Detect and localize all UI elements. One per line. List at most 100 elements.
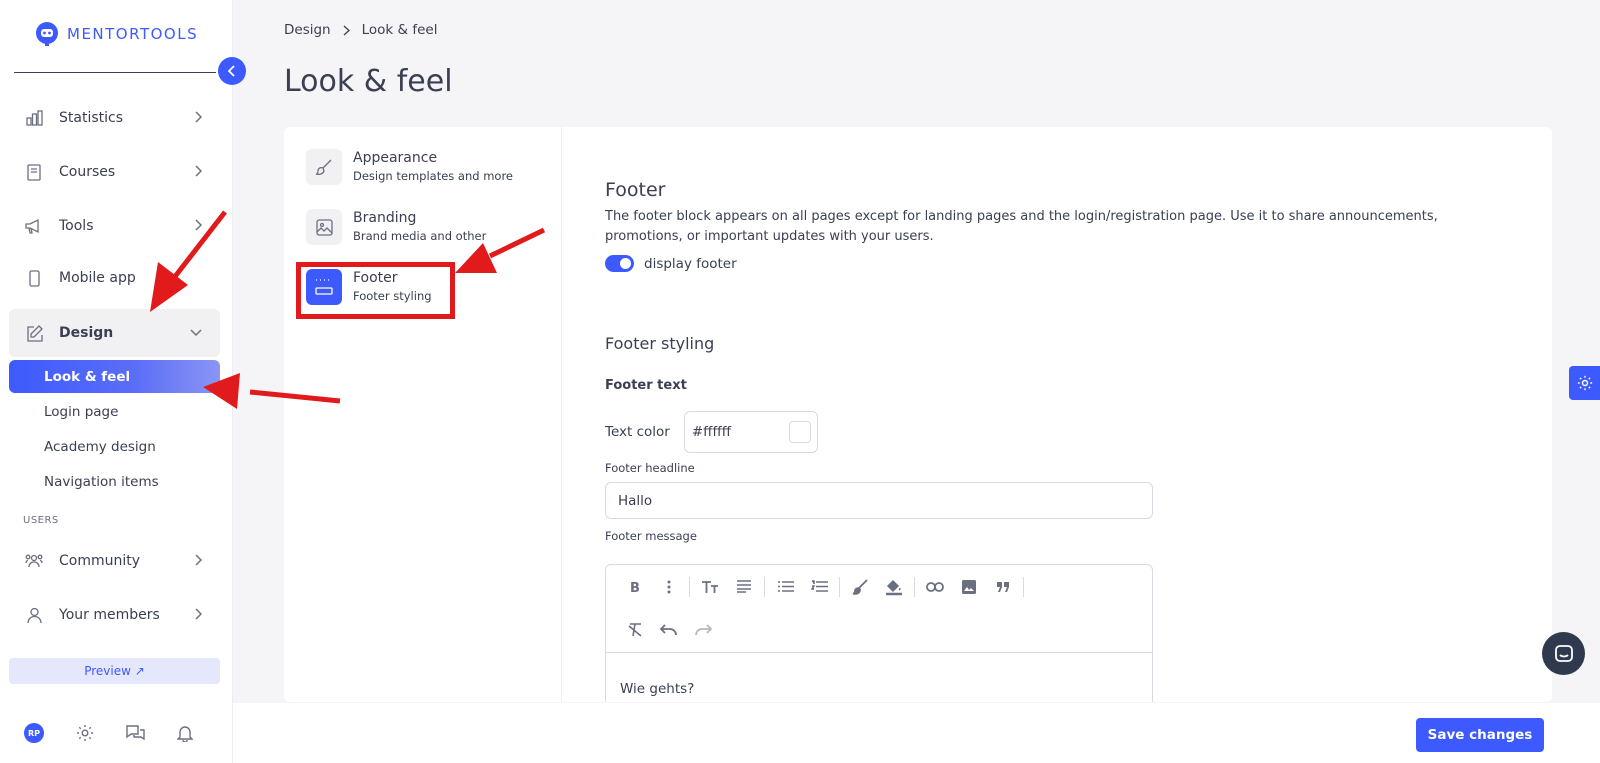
fill-color-icon[interactable] bbox=[877, 572, 911, 602]
toolbar-divider bbox=[839, 576, 840, 597]
sidebar-item-label: Your members bbox=[59, 607, 160, 623]
text-color-brush-icon[interactable] bbox=[843, 572, 877, 602]
sidebar: MENTORTOOLS Statistics Courses Tools Mob… bbox=[0, 0, 233, 763]
user-icon bbox=[25, 606, 43, 624]
sidebar-item-label: Tools bbox=[59, 218, 94, 234]
section-title: Footer bbox=[605, 179, 666, 201]
gear-icon bbox=[1577, 375, 1592, 391]
numbered-list-icon[interactable] bbox=[802, 572, 836, 602]
settings-tab[interactable] bbox=[1569, 366, 1600, 400]
image-insert-icon[interactable] bbox=[952, 572, 986, 602]
divider bbox=[14, 72, 216, 73]
sidebar-item-label: Statistics bbox=[59, 110, 123, 126]
gear-icon[interactable] bbox=[76, 724, 94, 742]
sidebar-item-design[interactable]: Design bbox=[9, 309, 220, 357]
display-footer-toggle[interactable] bbox=[605, 255, 634, 272]
sidebar-subitem-login-page[interactable]: Login page bbox=[9, 395, 220, 428]
text-size-icon[interactable] bbox=[693, 572, 727, 602]
display-footer-row: display footer bbox=[605, 255, 737, 272]
footer-message-editor: B Wie gehts? bbox=[605, 564, 1153, 702]
avatar[interactable]: RP bbox=[24, 723, 44, 743]
collapse-sidebar-button[interactable] bbox=[218, 57, 246, 85]
link-icon[interactable] bbox=[918, 572, 952, 602]
look-and-feel-submenu: Appearance Design templates and more Bra… bbox=[284, 127, 562, 702]
sidebar-item-label: Courses bbox=[59, 164, 116, 180]
sidebar-item-courses[interactable]: Courses bbox=[9, 148, 220, 196]
robot-logo-icon bbox=[36, 22, 58, 46]
sidebar-subitem-look-and-feel[interactable]: Look & feel bbox=[9, 360, 220, 393]
sidebar-item-statistics[interactable]: Statistics bbox=[9, 94, 220, 142]
chevron-right-icon bbox=[195, 165, 202, 177]
submenu-item-subtitle: Brand media and other bbox=[353, 229, 487, 243]
footer-headline-input[interactable]: Hallo bbox=[605, 482, 1153, 519]
chevron-right-icon bbox=[195, 111, 202, 123]
chevron-down-icon bbox=[190, 329, 202, 336]
submenu-item-appearance[interactable]: Appearance Design templates and more bbox=[306, 149, 513, 185]
bar-chart-icon bbox=[25, 109, 43, 127]
footer-message-label: Footer message bbox=[605, 529, 697, 543]
save-changes-button[interactable]: Save changes bbox=[1416, 718, 1544, 752]
sidebar-item-tools[interactable]: Tools bbox=[9, 202, 220, 250]
sidebar-item-your-members[interactable]: Your members bbox=[9, 591, 220, 639]
sidebar-subitem-academy-design[interactable]: Academy design bbox=[9, 430, 220, 463]
settings-card: Appearance Design templates and more Bra… bbox=[284, 127, 1552, 702]
chevron-right-icon bbox=[195, 219, 202, 231]
sidebar-item-label: Community bbox=[59, 553, 141, 569]
subsection-title: Footer styling bbox=[605, 334, 715, 353]
editor-toolbar: B bbox=[606, 565, 1152, 608]
preview-button[interactable]: Preview ↗ bbox=[9, 658, 220, 684]
text-color-label: Text color bbox=[605, 424, 670, 440]
text-color-value: #ffffff bbox=[691, 424, 732, 440]
more-vertical-icon[interactable] bbox=[652, 572, 686, 602]
sidebar-item-community[interactable]: Community bbox=[9, 537, 220, 585]
clear-format-icon[interactable] bbox=[618, 615, 652, 645]
chevron-right-icon bbox=[195, 554, 202, 566]
book-icon bbox=[25, 163, 43, 181]
breadcrumb-parent[interactable]: Design bbox=[284, 22, 331, 38]
bell-icon[interactable] bbox=[177, 724, 193, 742]
quote-icon[interactable] bbox=[986, 572, 1020, 602]
chevron-left-icon bbox=[228, 65, 235, 77]
submenu-item-branding[interactable]: Branding Brand media and other bbox=[306, 209, 486, 245]
submenu-item-title: Appearance bbox=[353, 150, 438, 166]
image-icon bbox=[306, 209, 342, 245]
footer-message-input[interactable]: Wie gehts? bbox=[606, 653, 1152, 702]
highlight-box bbox=[296, 262, 455, 319]
bold-icon[interactable]: B bbox=[618, 572, 652, 602]
community-icon bbox=[25, 552, 43, 570]
text-color-row: Text color #ffffff bbox=[605, 411, 818, 453]
sidebar-item-mobile-app[interactable]: Mobile app bbox=[9, 254, 220, 302]
chat-icon[interactable] bbox=[126, 724, 145, 742]
submenu-item-subtitle: Design templates and more bbox=[353, 169, 514, 183]
toolbar-divider bbox=[689, 576, 690, 597]
undo-icon[interactable] bbox=[652, 615, 686, 645]
chevron-right-icon bbox=[195, 608, 202, 620]
action-bar bbox=[233, 703, 1600, 763]
toolbar-divider bbox=[914, 576, 915, 597]
chat-bubble-icon bbox=[1554, 644, 1573, 662]
footer-headline-label: Footer headline bbox=[605, 461, 695, 475]
logo-text: MENTORTOOLS bbox=[67, 25, 199, 43]
phone-icon bbox=[25, 269, 43, 287]
sidebar-item-label: Mobile app bbox=[59, 270, 136, 286]
sidebar-footer: RP bbox=[0, 703, 233, 763]
section-label-users: USERS bbox=[23, 515, 59, 526]
logo[interactable]: MENTORTOOLS bbox=[33, 20, 198, 48]
sidebar-subitem-navigation-items[interactable]: Navigation items bbox=[9, 465, 220, 498]
bullet-list-icon[interactable] bbox=[768, 572, 802, 602]
redo-icon[interactable] bbox=[686, 615, 720, 645]
align-icon[interactable] bbox=[727, 572, 761, 602]
toolbar-divider bbox=[764, 576, 765, 597]
megaphone-icon bbox=[25, 217, 43, 235]
brush-icon bbox=[306, 149, 342, 185]
text-color-input[interactable]: #ffffff bbox=[683, 411, 818, 453]
color-swatch[interactable] bbox=[788, 421, 811, 443]
sidebar-item-label: Design bbox=[59, 325, 114, 341]
section-description: The footer block appears on all pages ex… bbox=[605, 209, 1438, 244]
toggle-label: display footer bbox=[644, 255, 737, 272]
toolbar-divider bbox=[1023, 576, 1024, 597]
breadcrumb-current: Look & feel bbox=[361, 22, 438, 38]
chevron-right-icon bbox=[343, 25, 350, 35]
support-chat-button[interactable] bbox=[1542, 632, 1585, 675]
footer-text-label: Footer text bbox=[605, 378, 687, 393]
